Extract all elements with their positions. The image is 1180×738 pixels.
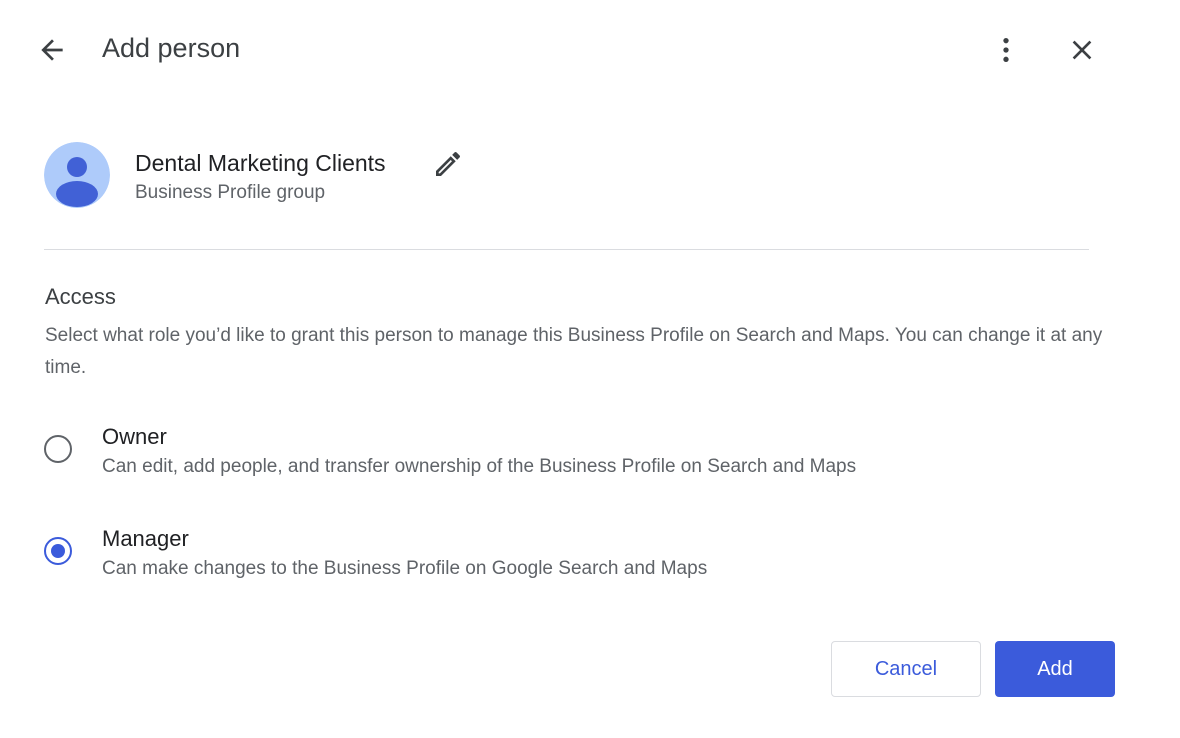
page-title: Add person xyxy=(102,33,241,63)
group-type: Business Profile group xyxy=(135,182,326,203)
avatar xyxy=(44,142,110,208)
close-button[interactable] xyxy=(1062,30,1102,70)
edit-group-name-button[interactable] xyxy=(428,144,468,184)
close-icon xyxy=(1072,40,1092,60)
more-vert-icon xyxy=(1003,38,1009,62)
arrow-back-icon xyxy=(41,39,63,61)
back-button[interactable] xyxy=(32,30,72,70)
manager-option-label[interactable]: Manager xyxy=(102,525,189,553)
add-button[interactable]: Add xyxy=(995,641,1115,697)
access-heading: Access xyxy=(45,284,116,309)
owner-option-description: Can edit, add people, and transfer owner… xyxy=(102,456,857,477)
divider xyxy=(44,249,1089,250)
access-description: Select what role you’d like to grant thi… xyxy=(45,325,1103,378)
manager-radio[interactable] xyxy=(44,537,72,565)
group-name: Dental Marketing Clients xyxy=(135,150,386,176)
more-options-button[interactable] xyxy=(986,30,1026,70)
person-avatar-icon xyxy=(44,142,110,208)
pencil-icon xyxy=(436,152,461,176)
cancel-button[interactable]: Cancel xyxy=(831,641,981,697)
owner-option-label[interactable]: Owner xyxy=(102,423,167,451)
manager-option-description: Can make changes to the Business Profile… xyxy=(102,558,708,579)
owner-radio[interactable] xyxy=(44,435,72,463)
